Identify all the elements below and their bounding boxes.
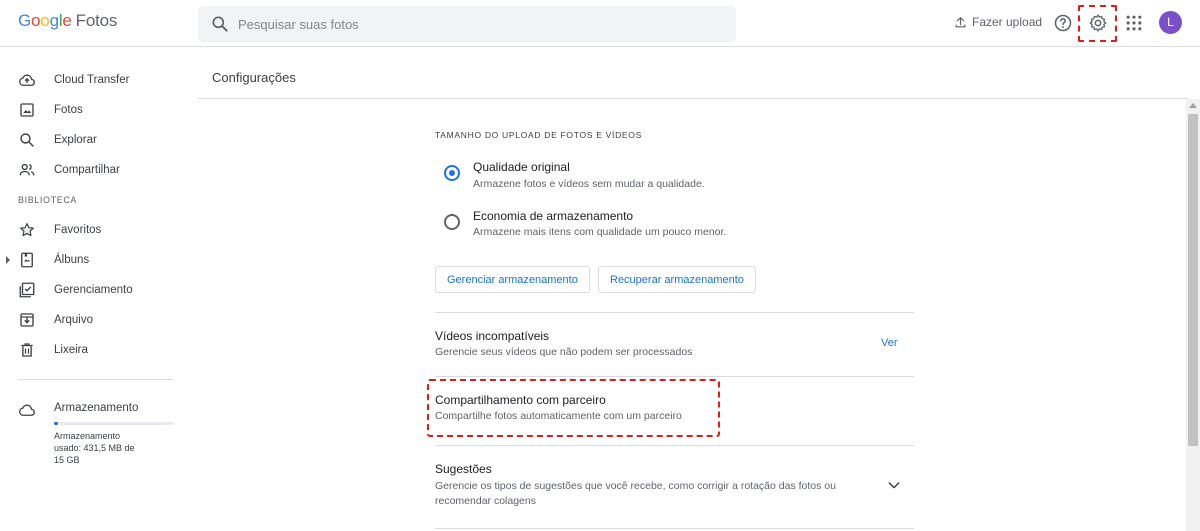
apps-grid-icon[interactable] <box>1124 13 1144 33</box>
photo-icon <box>20 103 34 117</box>
row-title[interactable]: Sugestões <box>435 462 492 476</box>
sidebar-item-label: Álbuns <box>54 254 90 266</box>
page-title: Configurações <box>212 70 296 85</box>
cloud-upload-icon <box>19 74 35 86</box>
sidebar-item-compartilhar[interactable]: Compartilhar <box>0 155 190 185</box>
sidebar-item-label: Arquivo <box>54 314 93 326</box>
sidebar-item-arquivo[interactable]: Arquivo <box>0 305 190 335</box>
sidebar-item-gerenciamento[interactable]: Gerenciamento <box>0 275 190 305</box>
storage-title[interactable]: Armazenamento <box>54 402 138 414</box>
sidebar-item-favoritos[interactable]: Favoritos <box>0 215 190 245</box>
people-icon <box>19 163 35 176</box>
sidebar-item-cloud-transfer[interactable]: Cloud Transfer <box>0 65 190 95</box>
sidebar-item-label: Favoritos <box>54 224 102 236</box>
search-input[interactable] <box>238 6 718 42</box>
sidebar-item-label: Gerenciamento <box>54 284 133 296</box>
search-box[interactable] <box>198 6 736 42</box>
expand-caret-icon[interactable] <box>6 256 10 264</box>
row-title: Vídeos incompatíveis <box>435 329 550 343</box>
account-avatar[interactable]: L <box>1159 11 1182 34</box>
sidebar-item-albuns[interactable]: Álbuns <box>0 245 190 275</box>
row-divider <box>435 445 914 446</box>
scrollbar[interactable] <box>1186 99 1200 531</box>
upload-icon <box>955 16 966 27</box>
option-subtitle: Armazene fotos e vídeos sem mudar a qual… <box>473 178 705 190</box>
search-icon <box>212 16 228 32</box>
sidebar-item-lixeira[interactable]: Lixeira <box>0 335 190 365</box>
radio-storage-saver[interactable] <box>444 214 460 230</box>
sidebar-item-label: Compartilhar <box>54 164 120 176</box>
view-link[interactable]: Ver <box>881 337 898 349</box>
upload-size-heading: TAMANHO DO UPLOAD DE FOTOS E VÍDEOS <box>435 130 642 140</box>
trash-icon <box>21 343 33 357</box>
cloud-icon <box>19 404 35 416</box>
library-section-label: BIBLIOTECA <box>18 195 78 205</box>
search-icon <box>20 133 34 147</box>
settings-highlight-frame <box>1078 5 1117 42</box>
option-subtitle: Armazene mais itens com qualidade um pou… <box>473 226 727 238</box>
sidebar-item-label: Explorar <box>54 134 97 146</box>
row-divider <box>435 528 914 529</box>
star-icon <box>20 223 34 237</box>
chevron-down-icon[interactable] <box>886 477 902 493</box>
google-photos-logo[interactable]: Google Fotos <box>18 11 117 31</box>
title-divider <box>198 98 1188 99</box>
archive-icon <box>20 313 34 327</box>
row-divider <box>435 376 914 377</box>
album-icon <box>21 252 33 268</box>
scrollbar-thumb[interactable] <box>1188 114 1198 446</box>
option-title[interactable]: Economia de armazenamento <box>473 209 633 223</box>
sidebar-divider <box>18 379 173 380</box>
row-subtitle: Gerencie seus vídeos que não podem ser p… <box>435 346 693 358</box>
storage-usage-text: Armazenamento usado: 431,5 MB de 15 GB <box>54 431 135 465</box>
row-divider <box>435 312 914 313</box>
storage-usage-bar <box>54 422 174 425</box>
top-bar: GoogleFotos Fazer upload L <box>0 0 1200 47</box>
partner-sharing-highlight-frame <box>427 379 720 437</box>
row-subtitle: Gerencie os tipos de sugestões que você … <box>435 480 836 507</box>
upload-label: Fazer upload <box>972 15 1043 29</box>
option-title[interactable]: Qualidade original <box>473 160 570 174</box>
logo-product-name: Fotos <box>75 11 118 30</box>
sidebar-item-label: Fotos <box>54 104 83 116</box>
radio-original-quality[interactable] <box>444 165 460 181</box>
sidebar-item-label: Cloud Transfer <box>54 74 130 86</box>
sidebar-item-fotos[interactable]: Fotos <box>0 95 190 125</box>
upload-button[interactable]: Fazer upload <box>954 15 1042 29</box>
help-icon[interactable] <box>1053 13 1073 33</box>
manage-storage-button[interactable]: Gerenciar armazenamento <box>435 266 590 293</box>
storage-usage-fill <box>54 422 58 425</box>
sidebar-item-explorar[interactable]: Explorar <box>0 125 190 155</box>
sidebar-item-label: Lixeira <box>54 344 88 356</box>
checklist-icon <box>19 282 35 298</box>
scroll-up-arrow-icon[interactable] <box>1189 103 1197 108</box>
recover-storage-button[interactable]: Recuperar armazenamento <box>598 266 756 293</box>
